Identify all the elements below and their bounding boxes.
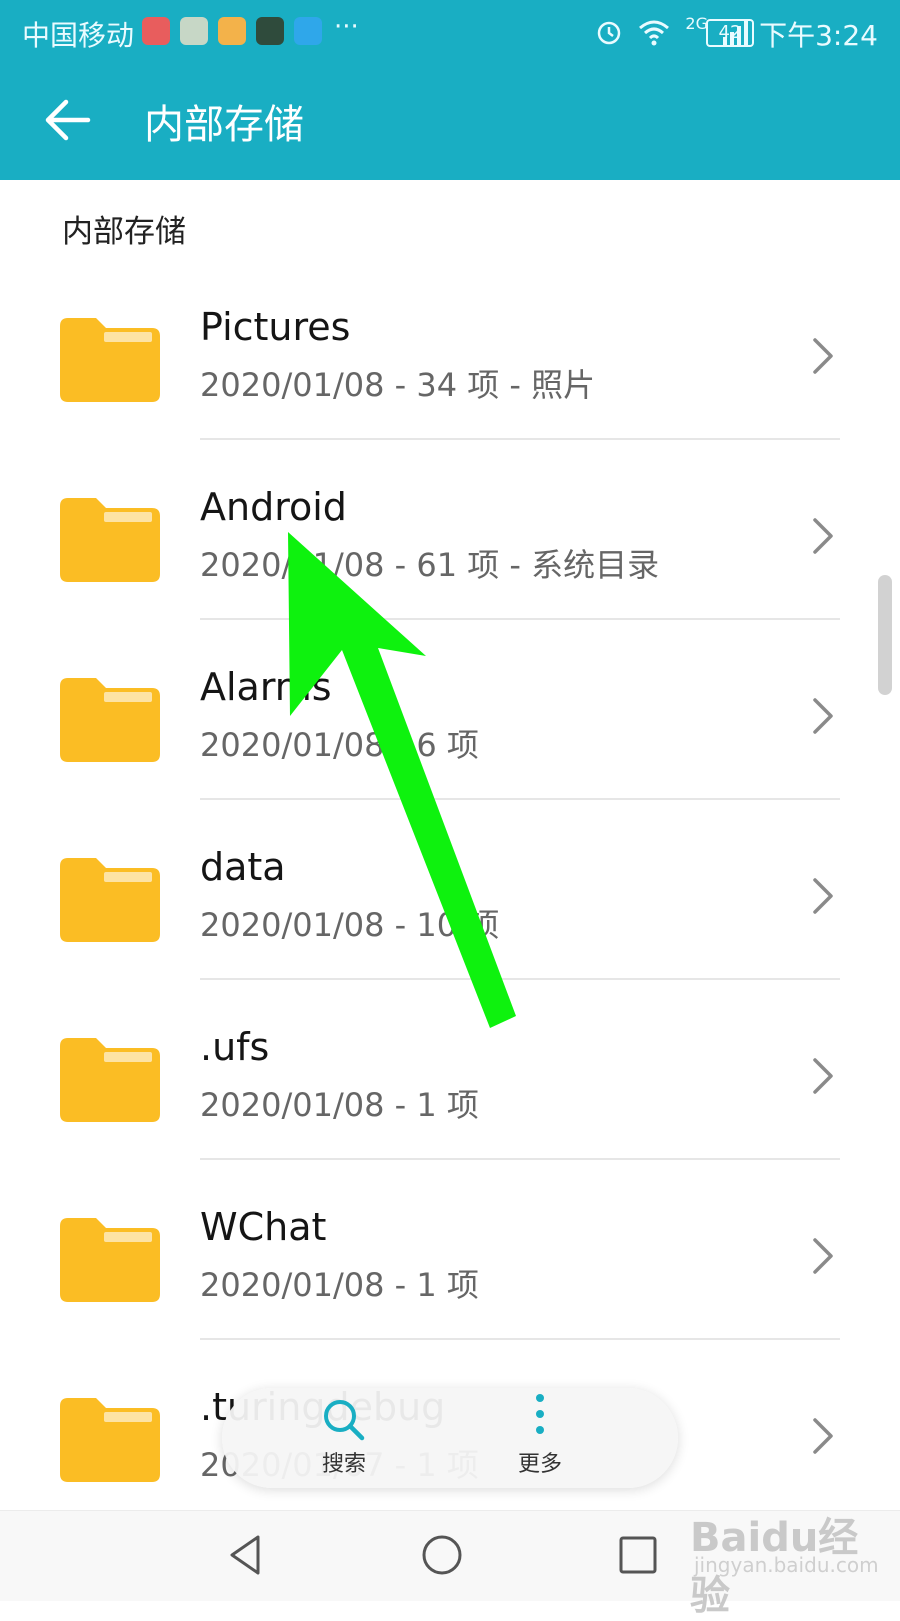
status-bar: 中国移动 ··· 2G 42 下午3:24 [0,0,900,62]
notification-overflow-icon: ··· [334,12,359,42]
bottom-action-bar: 搜索 更多 [222,1388,678,1488]
folder-name: data [200,845,286,889]
nav-recents-icon[interactable] [614,1531,662,1579]
folder-icon [60,318,160,402]
carrier-label: 中国移动 [22,19,135,52]
page-title: 内部存储 [144,102,304,148]
nav-back-icon[interactable] [222,1531,270,1579]
search-label: 搜索 [321,1452,366,1477]
list-item[interactable]: Alarms 2020/01/08 - 6 项 [0,620,900,800]
folder-list: Pictures 2020/01/08 - 34 项 - 照片 Android … [0,260,900,1510]
status-time: 下午3:24 [759,19,878,52]
folder-name: Android [200,485,347,529]
folder-meta: 2020/01/08 - 1 项 [200,1086,479,1124]
alarm-icon [598,21,621,45]
battery-icon: 42 [706,19,754,47]
folder-meta: 2020/01/08 - 6 项 [200,726,479,764]
folder-icon [60,858,160,942]
chevron-right-icon [813,698,833,734]
search-button[interactable]: 搜索 [284,1398,404,1478]
folder-name: WChat [200,1205,327,1249]
list-item[interactable]: Android 2020/01/08 - 61 项 - 系统目录 [0,440,900,620]
battery-level: 42 [718,22,742,43]
list-item[interactable]: Pictures 2020/01/08 - 34 项 - 照片 [0,260,900,440]
chevron-right-icon [813,1238,833,1274]
chevron-right-icon [813,338,833,374]
watermark-url: jingyan.baidu.com [694,1553,879,1577]
notification-video-icon [218,17,246,45]
notification-app-icon [142,17,170,45]
list-item[interactable]: .ufs 2020/01/08 - 1 项 [0,980,900,1160]
chevron-right-icon [813,878,833,914]
folder-meta: 2020/01/08 - 34 项 - 照片 [200,366,596,404]
back-arrow-icon[interactable] [40,92,96,148]
notification-browser-icon [294,17,322,45]
folder-name: Alarms [200,665,332,709]
folder-icon [60,498,160,582]
folder-name: Pictures [200,305,351,349]
notification-news-icon [256,17,284,45]
chevron-right-icon [813,518,833,554]
folder-meta: 2020/01/08 - 61 项 - 系统目录 [200,546,660,584]
more-button[interactable]: 更多 [480,1394,600,1478]
chevron-right-icon [813,1418,833,1454]
nav-home-icon[interactable] [418,1531,466,1579]
network-type-label: 2G [685,14,708,33]
notification-shield-icon [180,17,208,45]
scrollbar-thumb[interactable] [878,575,892,695]
folder-icon [60,1218,160,1302]
chevron-right-icon [813,1058,833,1094]
more-vertical-icon [536,1394,544,1434]
folder-meta: 2020/01/08 - 1 项 [200,1266,479,1304]
list-item[interactable]: WChat 2020/01/08 - 1 项 [0,1160,900,1340]
folder-icon [60,1398,160,1482]
app-header: 中国移动 ··· 2G 42 下午3:24 内部存储 [0,0,900,180]
wifi-icon [639,20,670,46]
folder-icon [60,678,160,762]
folder-meta: 2020/01/08 - 10 项 [200,906,500,944]
search-icon [324,1400,365,1441]
title-bar: 内部存储 [0,62,900,180]
more-label: 更多 [517,1452,562,1477]
folder-icon [60,1038,160,1122]
baidu-watermark: Baidu经验 jingyan.baidu.com [690,1505,880,1619]
folder-name: .ufs [200,1025,270,1069]
list-item[interactable]: data 2020/01/08 - 10 项 [0,800,900,980]
breadcrumb[interactable]: 内部存储 [62,206,186,251]
